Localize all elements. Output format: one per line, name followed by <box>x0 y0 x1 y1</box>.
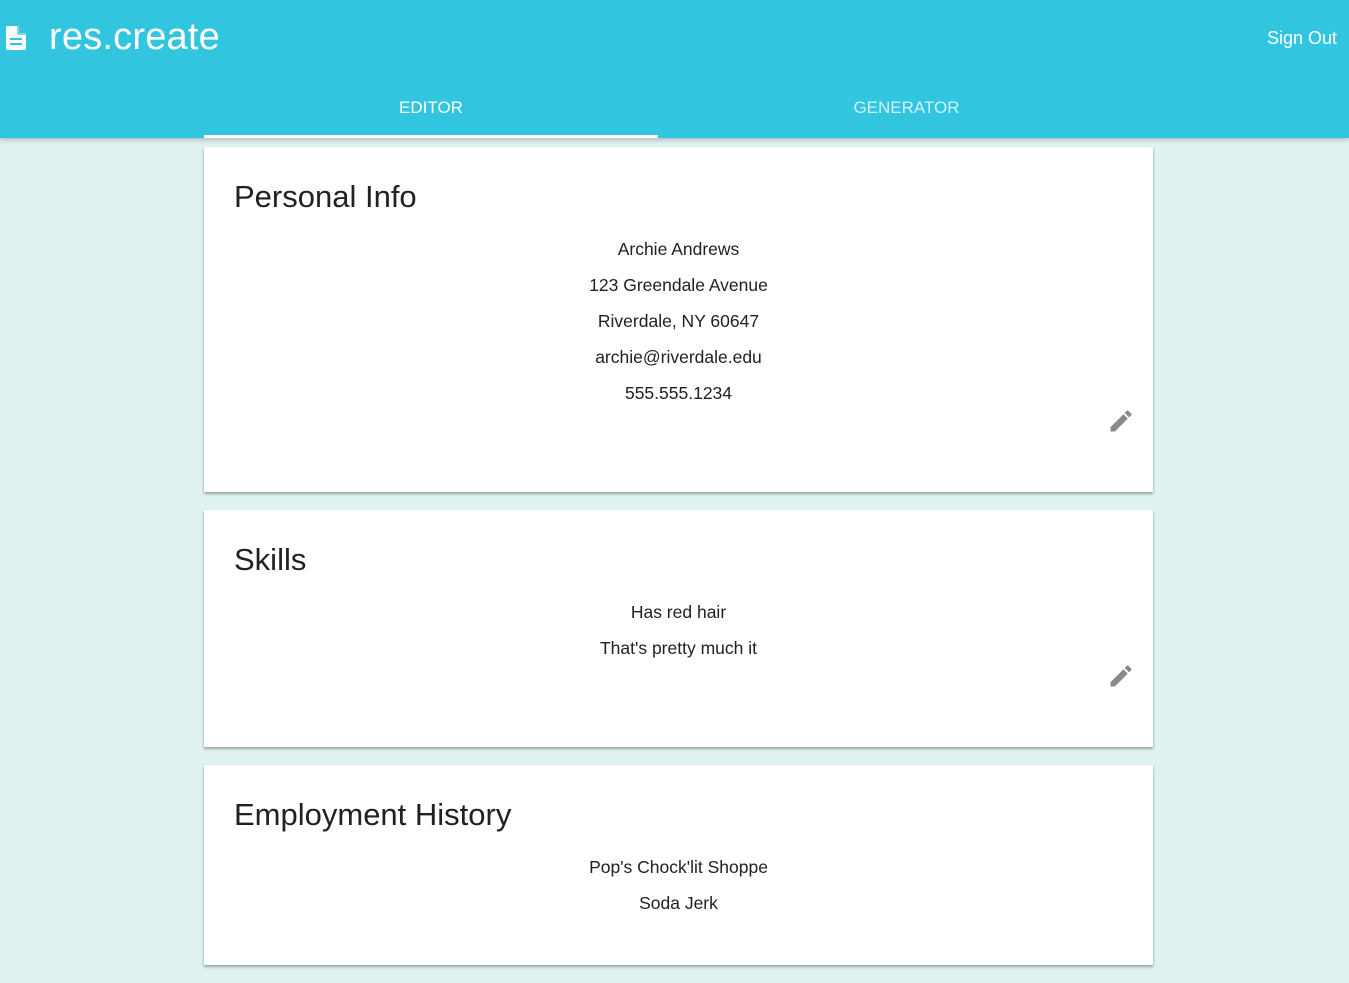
app-title: res.create <box>49 16 220 58</box>
editor-content: Personal Info Archie Andrews 123 Greenda… <box>204 147 1153 983</box>
skills-card: Skills Has red hair That's pretty much i… <box>204 510 1153 747</box>
tab-generator[interactable]: GENERATOR <box>669 80 1144 138</box>
active-tab-indicator <box>204 135 658 138</box>
app-bar: res.create Sign Out EDITOR GENERATOR <box>0 0 1349 138</box>
personal-info-lines: Archie Andrews 123 Greendale Avenue Rive… <box>204 231 1153 411</box>
employer-name: Pop's Chock'lit Shoppe <box>589 857 768 877</box>
skill-item: That's pretty much it <box>599 638 757 658</box>
employment-history-card: Employment History Pop's Chock'lit Shopp… <box>204 765 1153 965</box>
personal-email: archie@riverdale.edu <box>595 347 762 367</box>
skills-lines: Has red hair That's pretty much it <box>204 594 1153 666</box>
personal-address: 123 Greendale Avenue <box>589 275 768 295</box>
tab-bar: EDITOR GENERATOR <box>204 80 1154 138</box>
pencil-icon[interactable] <box>1107 662 1135 690</box>
personal-phone: 555.555.1234 <box>624 383 733 403</box>
tab-editor[interactable]: EDITOR <box>204 80 658 138</box>
personal-city: Riverdale, NY 60647 <box>597 311 760 331</box>
skills-title: Skills <box>234 542 307 577</box>
personal-info-card: Personal Info Archie Andrews 123 Greenda… <box>204 147 1153 492</box>
employment-lines: Pop's Chock'lit Shoppe Soda Jerk <box>204 849 1153 921</box>
document-icon <box>6 26 26 50</box>
personal-name: Archie Andrews <box>617 239 740 259</box>
employment-history-title: Employment History <box>234 797 512 832</box>
personal-info-title: Personal Info <box>234 179 417 214</box>
skill-item: Has red hair <box>630 602 727 622</box>
pencil-icon[interactable] <box>1107 407 1135 435</box>
job-title: Soda Jerk <box>639 893 718 913</box>
sign-out-button[interactable]: Sign Out <box>1267 26 1337 50</box>
